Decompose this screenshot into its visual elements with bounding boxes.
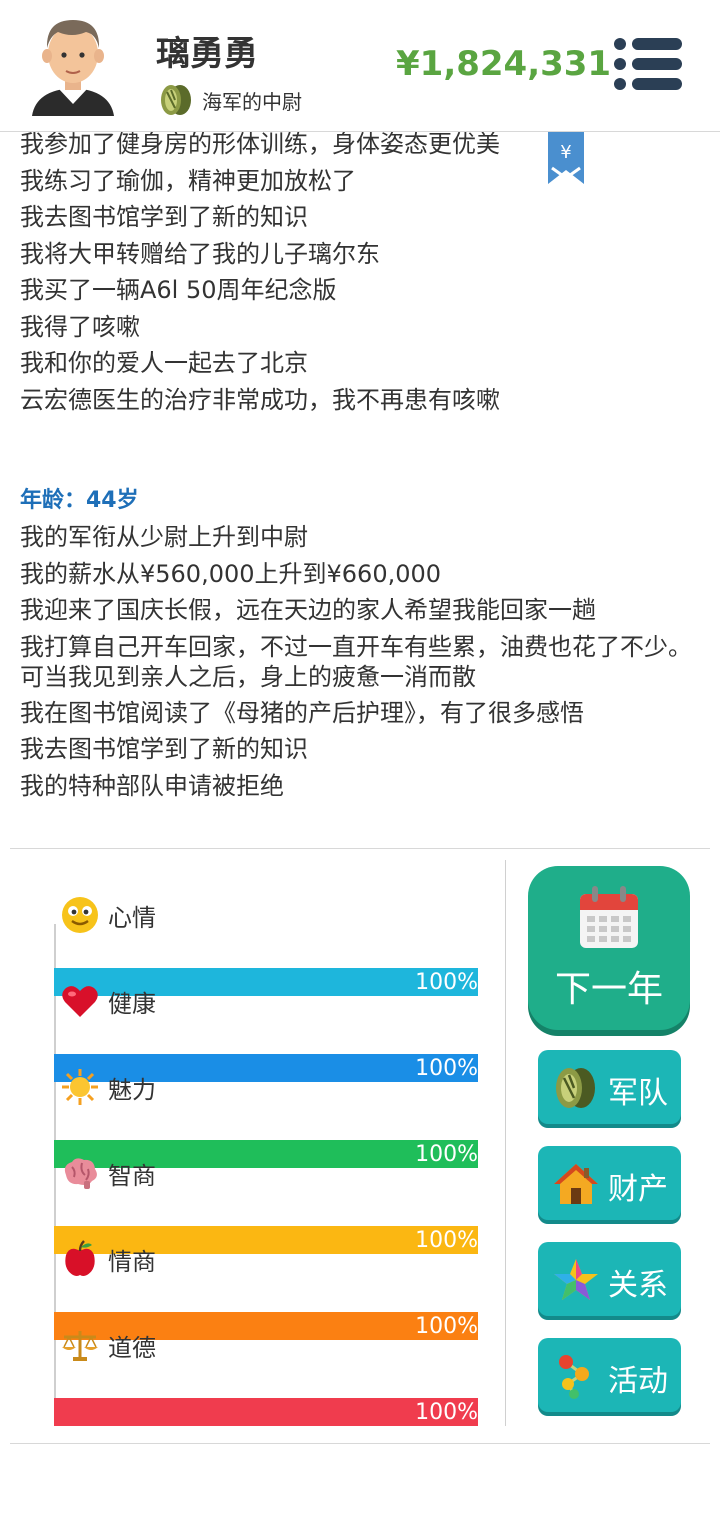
- log-line: 我的特种部队申请被拒绝: [20, 771, 284, 800]
- log-line: 我得了咳嗽: [20, 312, 140, 341]
- log-line: 我的薪水从¥560,000上升到¥660,000: [20, 559, 442, 588]
- activity-dots-icon: [559, 1355, 589, 1399]
- log-line: 我去图书馆学到了新的知识: [20, 203, 308, 231]
- log-line: 我打算自己开车回家，不过一直开车有些累，油费也花了不少。可当我见到亲人之后，身上…: [20, 632, 692, 691]
- money-bookmark-icon[interactable]: ¥: [548, 132, 584, 184]
- menu-icon[interactable]: [612, 36, 684, 92]
- assets-button[interactable]: 财产: [538, 1146, 681, 1220]
- star-icon: [554, 1259, 598, 1300]
- player-name: 璃勇勇: [156, 34, 258, 74]
- house-icon: [554, 1164, 598, 1204]
- army-button[interactable]: 军队: [538, 1050, 681, 1124]
- rank-label: 海军的中尉: [202, 89, 302, 114]
- relations-label: 关系: [608, 1268, 668, 1303]
- log-line: 我练习了瑜伽，精神更加放松了: [20, 166, 356, 195]
- log-line: 我参加了健身房的形体训练，身体姿态更优美: [20, 132, 500, 158]
- life-event-log[interactable]: 我参加了健身房的形体训练，身体姿态更优美 我练习了瑜伽，精神更加放松了 我去图书…: [0, 132, 720, 848]
- scale-icon: [62, 1331, 98, 1361]
- rank-row: 海军的中尉: [158, 82, 302, 118]
- log-line: 我买了一辆A6l 50周年纪念版: [20, 276, 337, 304]
- money-balance: ¥1,824,331: [396, 44, 612, 84]
- army-label: 军队: [608, 1076, 668, 1111]
- stat-label: 心情: [108, 903, 156, 932]
- panel-separator: [505, 860, 506, 1426]
- activities-button[interactable]: 活动: [538, 1338, 681, 1412]
- log-line: 我和你的爱人一起去了北京: [20, 349, 308, 377]
- activities-label: 活动: [608, 1364, 668, 1399]
- top-bar: 璃勇勇 海军的中尉 ¥1,824,331: [0, 0, 720, 132]
- sun-icon: [62, 1069, 98, 1105]
- log-line: 我的军衔从少尉上升到中尉: [20, 523, 308, 551]
- log-line: 我迎来了国庆长假，远在天边的家人希望我能回家一趟: [20, 596, 596, 624]
- brain-icon: [64, 1158, 97, 1189]
- military-rank-icon: [556, 1068, 595, 1108]
- avatar[interactable]: [28, 8, 118, 118]
- log-line: 云宏德医生的治疗非常成功，我不再患有咳嗽: [20, 385, 500, 414]
- smiley-icon: [62, 897, 98, 933]
- stat-eq: 情商 100%: [54, 1236, 478, 1340]
- military-rank-icon: [161, 85, 191, 115]
- current-year-events: 我的军衔从少尉上升到中尉 我的薪水从¥560,000上升到¥660,000 我迎…: [20, 519, 700, 804]
- attribute-panel: 心情 100% 健康 100% 魅力 100% 智商 100% 情商 100% …: [0, 860, 505, 1426]
- stat-label: 健康: [108, 989, 156, 1018]
- calendar-icon: [580, 886, 638, 948]
- next-year-button[interactable]: 下一年: [528, 866, 690, 1030]
- next-year-label: 下一年: [554, 969, 663, 1010]
- bookmark-symbol: ¥: [560, 142, 571, 163]
- age-heading: 年龄：44岁: [20, 488, 139, 513]
- stat-mood: 心情 100%: [54, 892, 478, 996]
- divider: [10, 848, 710, 849]
- stat-morality: 道德 100%: [54, 1322, 478, 1426]
- divider: [10, 1443, 710, 1444]
- stat-label: 道德: [108, 1333, 156, 1362]
- stat-label: 魅力: [108, 1075, 156, 1104]
- log-line: 我将大甲转赠给了我的儿子璃尔东: [20, 239, 380, 268]
- stat-label: 智商: [108, 1161, 156, 1190]
- stat-charm: 魅力 100%: [54, 1064, 478, 1168]
- stat-value: 100%: [415, 1400, 478, 1425]
- relations-button[interactable]: 关系: [538, 1242, 681, 1316]
- previous-year-events: 我参加了健身房的形体训练，身体姿态更优美 我练习了瑜伽，精神更加放松了 我去图书…: [20, 132, 700, 418]
- stat-iq: 智商 100%: [54, 1150, 478, 1254]
- log-line: 我在图书馆阅读了《母猪的产后护理》，有了很多感悟: [20, 698, 584, 727]
- stat-label: 情商: [108, 1247, 156, 1276]
- assets-label: 财产: [608, 1172, 668, 1207]
- apple-icon: [65, 1240, 95, 1276]
- log-line: 我去图书馆学到了新的知识: [20, 735, 308, 763]
- stat-health: 健康 100%: [54, 978, 478, 1082]
- heart-icon: [62, 986, 98, 1017]
